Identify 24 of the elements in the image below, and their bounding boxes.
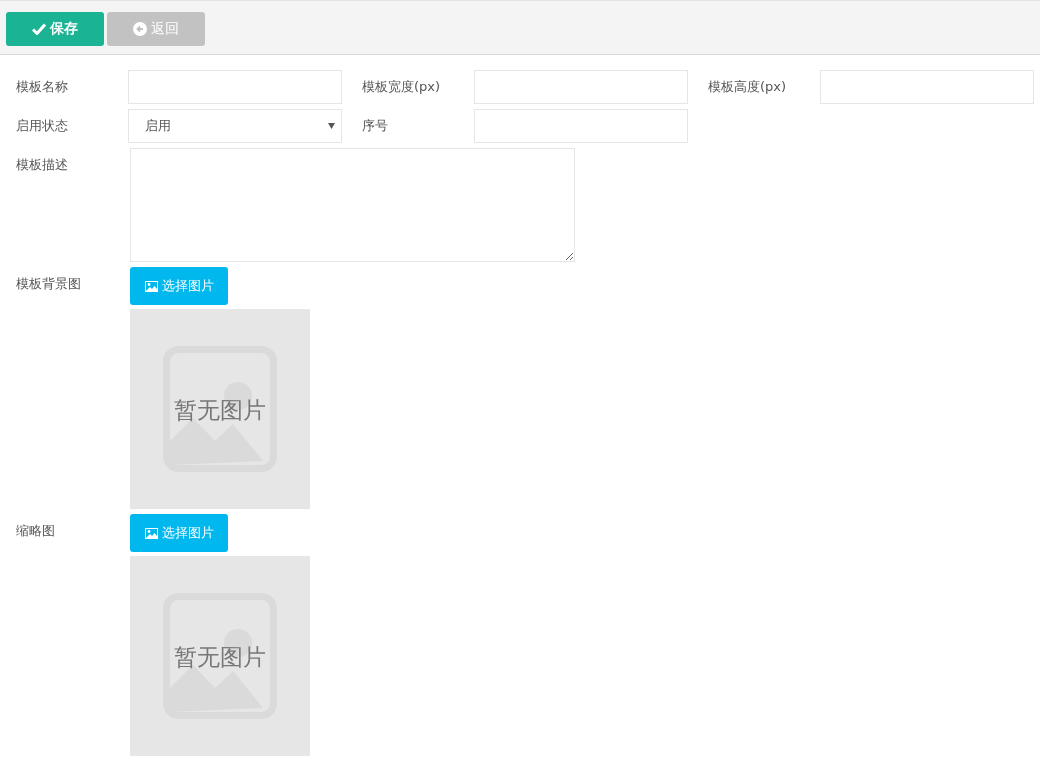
text-field[interactable] xyxy=(820,70,1034,104)
text-field[interactable] xyxy=(474,109,688,143)
choose-image-button[interactable]: 选择图片 xyxy=(130,514,228,552)
check-icon xyxy=(32,23,46,35)
field-label: 模板描述 xyxy=(16,156,69,174)
field-label: 模板背景图 xyxy=(16,275,82,293)
no-image-text: 暂无图片 xyxy=(173,396,267,425)
text-field[interactable] xyxy=(474,70,688,104)
field-label: 缩略图 xyxy=(16,522,56,540)
left-arrow-circle-icon xyxy=(133,22,147,36)
image-icon xyxy=(144,280,158,292)
description-field[interactable] xyxy=(130,148,575,262)
field-label: 模板名称 xyxy=(16,78,69,96)
image-icon xyxy=(144,527,158,539)
field-label: 启用状态 xyxy=(16,117,69,135)
text-field[interactable] xyxy=(128,70,342,104)
field-label: 模板高度(px) xyxy=(708,78,788,96)
no-image-text: 暂无图片 xyxy=(173,643,267,672)
field-label: 模板宽度(px) xyxy=(362,78,442,96)
choose-image-button[interactable]: 选择图片 xyxy=(130,267,228,305)
field-label: 序号 xyxy=(362,117,389,135)
status-dropdown[interactable]: 启用 xyxy=(128,109,342,143)
caret-icon xyxy=(328,123,335,129)
save-button[interactable]: 保存 xyxy=(6,12,104,46)
